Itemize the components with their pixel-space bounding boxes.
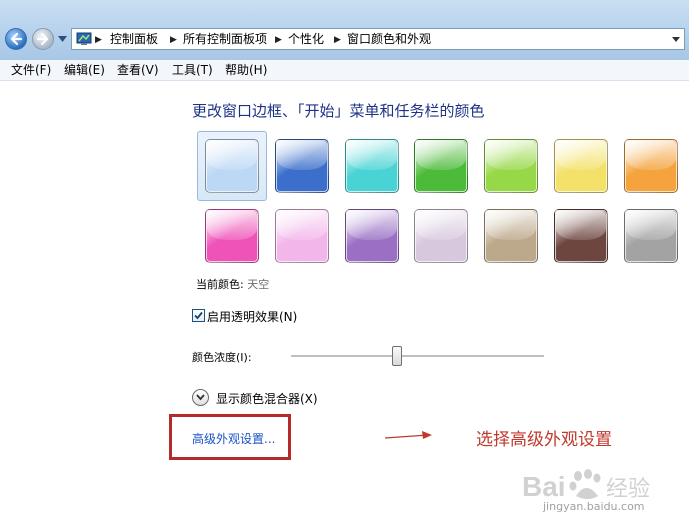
current-color-label: 当前颜色: [196,278,244,291]
breadcrumb-control-panel[interactable]: 控制面板 [110,32,158,46]
color-swatch-fuchsia[interactable] [205,209,259,263]
address-toolbar: ▶ 控制面板 ▶ 所有控制面板项 ▶ 个性化 ▶ 窗口颜色和外观 [0,0,689,60]
color-swatch-pumpkin[interactable] [624,139,678,193]
breadcrumb-window-color[interactable]: 窗口颜色和外观 [347,32,431,46]
breadcrumb-separator[interactable]: ▶ [170,33,177,47]
checkmark-icon [194,311,203,320]
color-swatch-chocolate[interactable] [554,209,608,263]
menu-tools[interactable]: 工具(T) [172,63,213,77]
annotation-arrow-icon [384,431,432,439]
control-panel-icon [76,32,92,45]
page-title: 更改窗口边框、「开始」菜单和任务栏的颜色 [192,102,485,120]
color-swatch-lime[interactable] [484,139,538,193]
color-swatch-lemon[interactable] [554,139,608,193]
color-swatch-lavender[interactable] [414,209,468,263]
menu-file[interactable]: 文件(F) [11,63,51,77]
color-swatch-sea-foam[interactable] [345,139,399,193]
color-swatch-slate[interactable] [624,209,678,263]
color-swatch-sky[interactable] [205,139,259,193]
chevron-down-icon [196,394,205,401]
baidu-jingyan-watermark: Bai 经验 [522,469,650,502]
color-swatch-violet[interactable] [345,209,399,263]
annotation-text: 选择高级外观设置 [476,430,612,450]
color-swatch-leaf[interactable] [414,139,468,193]
breadcrumb-separator[interactable]: ▶ [334,33,341,47]
breadcrumb-separator[interactable]: ▶ [275,33,282,47]
forward-arrow-icon [36,32,49,46]
transparency-checkbox[interactable] [192,309,205,322]
address-history-dropdown-icon[interactable] [672,37,680,42]
breadcrumb-separator[interactable]: ▶ [95,33,102,47]
color-swatch-blush[interactable] [275,209,329,263]
current-color-text: 当前颜色: 天空 [196,276,269,292]
svg-text:Bai: Bai [522,471,566,502]
back-arrow-icon [10,32,23,46]
intensity-slider-thumb[interactable] [392,346,402,366]
watermark-url: jingyan.baidu.com [543,500,645,513]
menu-edit[interactable]: 编辑(E) [64,63,105,77]
color-swatch-taupe[interactable] [484,209,538,263]
back-button[interactable] [5,28,27,50]
watermark-brand-cn: 经验 [606,477,650,502]
color-mixer-expand-button[interactable] [192,389,209,406]
current-color-value: 天空 [247,278,270,291]
address-box[interactable]: ▶ 控制面板 ▶ 所有控制面板项 ▶ 个性化 ▶ 窗口颜色和外观 [71,28,685,50]
color-mixer-label[interactable]: 显示颜色混合器(X) [216,390,318,407]
color-swatch-twilight[interactable] [275,139,329,193]
menu-help[interactable]: 帮助(H) [225,63,267,77]
breadcrumb-personalization[interactable]: 个性化 [288,32,324,46]
transparency-label[interactable]: 启用透明效果(N) [207,308,297,325]
forward-button[interactable] [32,28,54,50]
intensity-slider-track[interactable] [291,355,544,358]
intensity-label: 颜色浓度(I): [192,351,252,364]
recent-pages-dropdown-icon[interactable] [58,36,67,42]
menu-bar: 文件(F) 编辑(E) 查看(V) 工具(T) 帮助(H) [0,60,689,81]
advanced-appearance-link[interactable]: 高级外观设置... [192,430,275,447]
menu-view[interactable]: 查看(V) [117,63,159,77]
breadcrumb-all-items[interactable]: 所有控制面板项 [183,32,267,46]
